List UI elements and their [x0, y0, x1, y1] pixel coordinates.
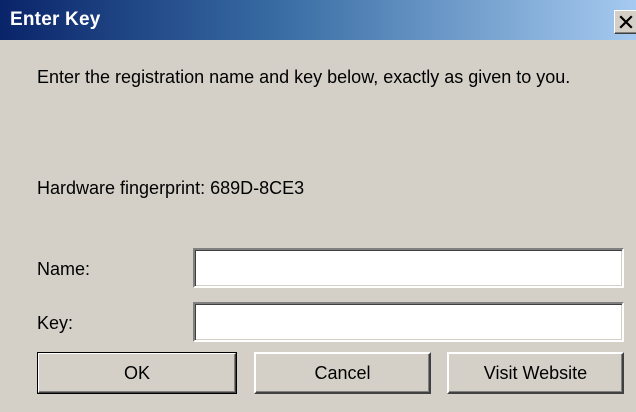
instructions-text: Enter the registration name and key belo… [37, 67, 571, 87]
cancel-button[interactable]: Cancel [254, 352, 431, 394]
name-label: Name: [37, 259, 91, 279]
title-bar[interactable]: Enter Key [0, 0, 636, 40]
name-input[interactable] [193, 248, 624, 288]
key-input[interactable] [193, 302, 624, 342]
visit-website-button[interactable]: Visit Website [447, 352, 624, 394]
enter-key-dialog: Enter Key Enter the registration name an… [0, 0, 636, 412]
window-title: Enter Key [10, 9, 101, 30]
close-button[interactable] [614, 10, 636, 34]
close-icon [619, 15, 633, 29]
hardware-fingerprint-label: Hardware fingerprint: 689D-8CE3 [37, 178, 305, 198]
key-label: Key: [37, 313, 74, 333]
ok-button[interactable]: OK [37, 352, 237, 394]
